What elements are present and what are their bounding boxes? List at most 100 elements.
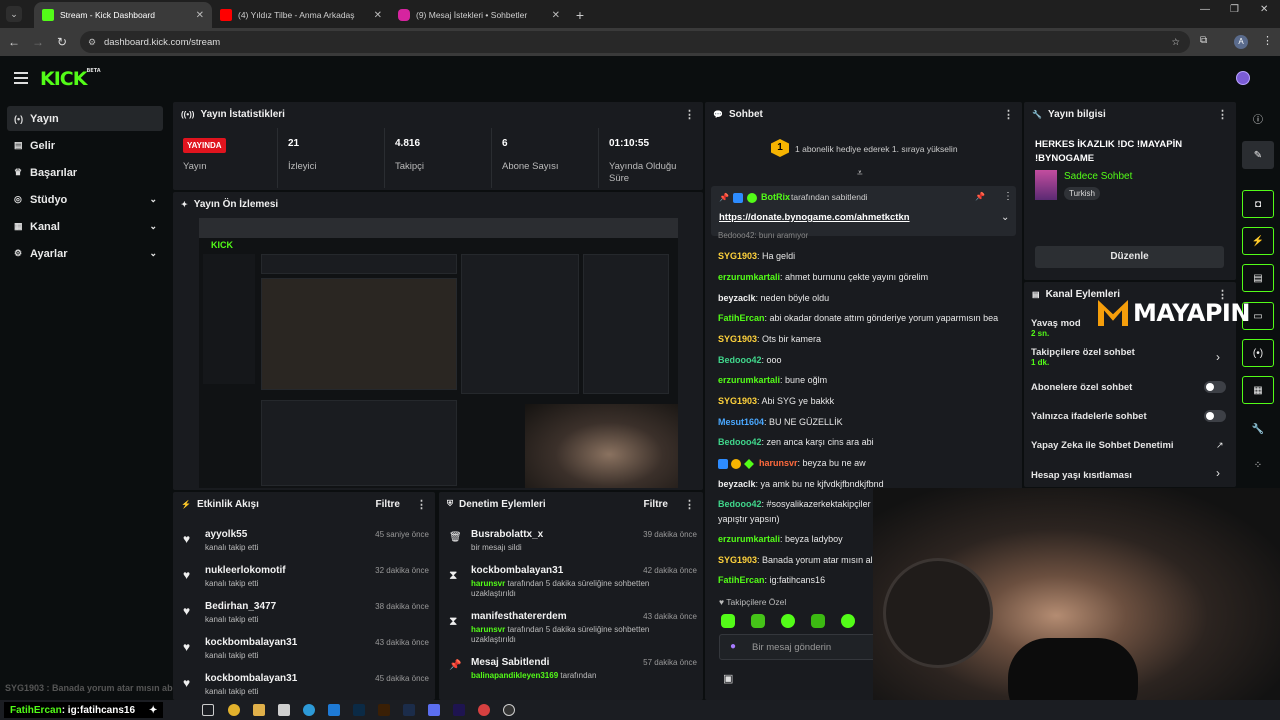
chevron-down-icon[interactable]: ⌄ <box>1001 212 1009 223</box>
chat-message[interactable]: erzurumkartali: bune oğlm <box>718 375 827 385</box>
chat-message[interactable]: Bedooo42: #sosyalikazerkektakipçiler <box>718 499 871 509</box>
mod-actor[interactable]: balinapandikleyen3169 <box>471 671 558 680</box>
sidebar-item-gelir[interactable]: ▤ Gelir <box>7 133 163 158</box>
minimize-icon[interactable]: — <box>1200 4 1210 15</box>
reload-icon[interactable]: ↻ <box>50 35 74 49</box>
chat-message[interactable]: SYG1903: Ots bir kamera <box>718 334 821 344</box>
chat-message[interactable]: SYG1903: Abi SYG ye bakkk <box>718 396 834 406</box>
more-options-icon[interactable]: ⋮ <box>1217 108 1228 121</box>
close-window-icon[interactable]: ✕ <box>1260 4 1268 15</box>
sidebar-item-yayin[interactable]: (•) Yayın <box>7 106 163 131</box>
age-limit-label[interactable]: Hesap yaşı kısıtlaması <box>1031 470 1132 481</box>
discord-icon[interactable] <box>428 704 440 716</box>
external-link-icon[interactable]: ↗ <box>1216 440 1224 451</box>
more-options-icon[interactable]: ⋮ <box>684 108 695 121</box>
activity-user[interactable]: ayyolk55 <box>205 529 247 540</box>
close-tab-icon[interactable]: ✕ <box>552 10 560 21</box>
activity-user[interactable]: kockbombalayan31 <box>205 673 297 684</box>
chevron-right-icon[interactable]: › <box>1216 350 1220 364</box>
vscode-icon[interactable] <box>328 704 340 716</box>
files-icon[interactable] <box>253 704 265 716</box>
tab-youtube[interactable]: (4) Yıldız Tilbe - Anma Arkadaş ✕ <box>212 2 390 28</box>
gift-leaderboard-text[interactable]: 1 abonelik hediye ederek 1. sıraya yükse… <box>795 144 958 154</box>
more-options-icon[interactable]: ⋮ <box>684 498 695 511</box>
bookmark-star-icon[interactable]: ☆ <box>1171 37 1180 48</box>
sidebar-item-ayarlar[interactable]: ⚙ Ayarlar ⌄ <box>7 241 163 266</box>
chat-username[interactable]: SYG1903 <box>718 251 757 261</box>
app-icon[interactable] <box>278 704 290 716</box>
hamburger-menu-icon[interactable] <box>14 72 28 84</box>
vpn-icon[interactable] <box>403 704 415 716</box>
chat-username[interactable]: FatihErcan <box>718 575 765 585</box>
clipboard-icon[interactable]: ▤ <box>1242 264 1274 292</box>
chat-message[interactable]: beyzaclk: neden böyle oldu <box>718 293 829 303</box>
premiere-icon[interactable] <box>453 704 465 716</box>
chat-message[interactable]: SYG1903: Ha geldi <box>718 251 795 261</box>
emote-icon[interactable] <box>751 614 765 628</box>
activity-user[interactable]: nukleerlokomotif <box>205 565 286 576</box>
sidebar-item-studyo[interactable]: ◎ Stüdyo ⌄ <box>7 187 163 212</box>
chat-message[interactable]: SYG1903: Banada yorum atar mısın ab <box>718 555 872 565</box>
new-tab-icon[interactable]: + <box>568 2 592 28</box>
chrome-icon[interactable] <box>228 704 240 716</box>
chat-username[interactable]: SYG1903 <box>718 334 757 344</box>
chat-username[interactable]: erzurumkartali <box>718 375 780 385</box>
browser-menu-icon[interactable]: ⋮ <box>1262 34 1273 47</box>
emote-icon[interactable] <box>721 614 735 628</box>
activity-user[interactable]: Bedirhan_3477 <box>205 601 276 612</box>
chat-message[interactable]: Bedooo42: ooo <box>718 355 782 365</box>
chat-username[interactable]: beyzaclk <box>718 293 756 303</box>
stream-preview-video[interactable]: KICK <box>199 218 678 488</box>
info-icon[interactable]: ⓘ <box>1242 104 1274 132</box>
chat-message[interactable]: harunsvr: beyza bu ne aw <box>718 458 866 469</box>
chat-username[interactable]: beyzaclk <box>718 479 756 489</box>
wrench-icon[interactable]: 🔧 <box>1242 415 1274 443</box>
url-field[interactable]: ⚙ dashboard.kick.com/stream ☆ <box>80 31 1190 53</box>
extensions-icon[interactable]: ⧉ <box>1200 35 1207 46</box>
chat-message[interactable]: Mesut1604: BU NE GÜZELLİK <box>718 417 843 427</box>
broadcast-icon[interactable]: (•) <box>1242 339 1274 367</box>
pinned-by-user[interactable]: BotRix <box>761 192 790 202</box>
edit-button[interactable]: Düzenle <box>1035 246 1224 268</box>
chat-message[interactable]: erzurumkartali: beyza ladyboy <box>718 534 843 544</box>
close-tab-icon[interactable]: ✕ <box>374 10 382 21</box>
emote-icon[interactable] <box>811 614 825 628</box>
filter-button[interactable]: Filtre <box>644 499 668 510</box>
close-tab-icon[interactable]: ✕ <box>196 10 204 21</box>
site-info-icon[interactable]: ⚙ <box>88 37 96 48</box>
photoshop-icon[interactable] <box>353 704 365 716</box>
microphone-icon[interactable]: ● <box>730 641 736 652</box>
chat-message[interactable]: Bedooo42: zen anca karşı cins ara abi <box>718 437 874 447</box>
apps-icon[interactable]: ⁘ <box>1242 451 1274 479</box>
chat-username[interactable]: harunsvr <box>759 458 798 468</box>
back-icon[interactable]: ← <box>2 35 26 49</box>
mod-target[interactable]: kockbombalayan31 <box>471 565 563 576</box>
slow-mode-row[interactable]: Yavaş mod 2 sn. <box>1031 318 1081 338</box>
pencil-icon[interactable]: ✎ <box>1242 141 1274 169</box>
emote-icon[interactable] <box>841 614 855 628</box>
camera-icon[interactable]: ◘ <box>1242 190 1274 218</box>
mod-target[interactable]: Busrabolattx_x <box>471 529 543 540</box>
chat-username[interactable]: erzurumkartali <box>718 272 780 282</box>
mod-target[interactable]: manifesthatererdem <box>471 611 567 622</box>
gift-box-icon[interactable]: ▣ <box>723 672 733 685</box>
forward-icon[interactable]: → <box>26 35 50 49</box>
chat-username[interactable]: Bedooo42 <box>718 499 762 509</box>
tab-search-icon[interactable]: ⌄ <box>6 6 22 22</box>
unpin-icon[interactable]: 📌 <box>975 192 985 201</box>
emote-icon[interactable] <box>781 614 795 628</box>
illustrator-icon[interactable] <box>378 704 390 716</box>
bolt-icon[interactable]: ⚡ <box>1242 227 1274 255</box>
obs-icon[interactable] <box>503 704 515 716</box>
restore-icon[interactable]: ❐ <box>1230 4 1239 15</box>
chat-message[interactable]: beyzaclk: ya amk bu ne kjfvdkjfbndkjfbnd <box>718 479 884 489</box>
collapse-icon[interactable]: ⩡ <box>857 168 863 179</box>
tab-kick-dashboard[interactable]: Stream - Kick Dashboard ✕ <box>34 2 212 28</box>
more-options-icon[interactable]: ⋮ <box>1003 191 1013 202</box>
chat-username[interactable]: SYG1903 <box>718 555 757 565</box>
chrome-active-icon[interactable] <box>478 704 490 716</box>
followers-chat-row[interactable]: Takipçilere özel sohbet 1 dk. <box>1031 347 1135 367</box>
chat-message[interactable]: FatihErcan: abi okadar donate attım gönd… <box>718 313 998 323</box>
category-name[interactable]: Sadece Sohbet <box>1064 171 1132 182</box>
filter-button[interactable]: Filtre <box>376 499 400 510</box>
